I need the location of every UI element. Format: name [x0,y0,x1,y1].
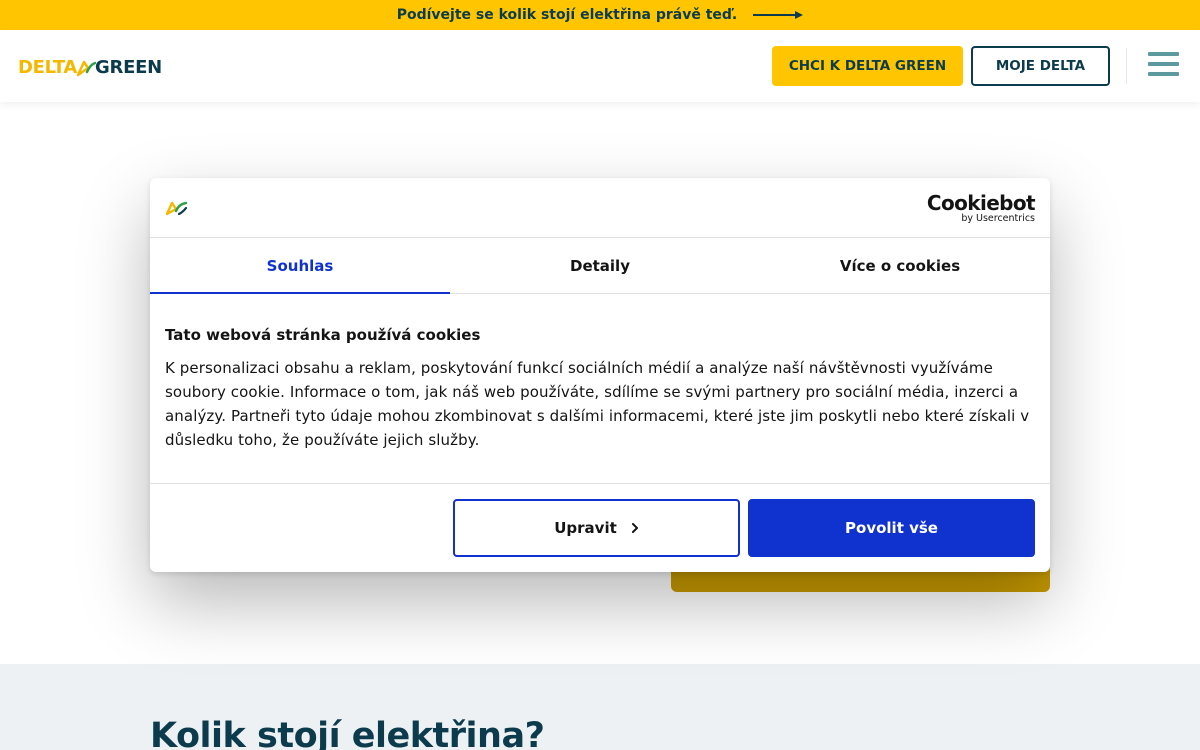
header-divider [1126,48,1127,84]
cookiebot-name: Cookiebot [926,191,1036,215]
cookie-consent-dialog: Cookiebot by Usercentrics Souhlas Detail… [150,178,1050,572]
dialog-body: Tato webová stránka používá cookies K pe… [165,326,1035,452]
section-heading: Kolik stojí elektřina? [150,716,545,750]
announcement-bar[interactable]: Podívejte se kolik stojí elektřina právě… [0,0,1200,30]
cookiebot-logo[interactable]: Cookiebot by Usercentrics [926,191,1036,224]
dialog-footer: Upravit Povolit vše [150,483,1050,572]
site-header: DELTA GREEN CHCI K DELTA GREEN MOJE DELT… [0,30,1200,102]
chevron-right-icon [631,523,638,533]
cookiebot-byline: by Usercentrics [961,213,1035,224]
dialog-title: Tato webová stránka používá cookies [165,326,481,344]
tab-details[interactable]: Detaily [450,238,750,293]
logo-text-delta: DELTA [18,57,78,78]
arrow-right-icon [753,11,804,19]
logo-mark-icon [76,60,97,76]
announcement-text[interactable]: Podívejte se kolik stojí elektřina právě… [397,7,738,23]
customize-button-label: Upravit [554,519,617,537]
tab-about-cookies[interactable]: Více o cookies [750,238,1050,293]
price-section: Kolik stojí elektřina? [0,664,1200,750]
dialog-header: Cookiebot by Usercentrics [150,178,1050,238]
tab-consent[interactable]: Souhlas [150,238,450,294]
logo-text-green: GREEN [95,57,162,78]
site-logo-icon [166,201,188,216]
allow-all-button[interactable]: Povolit vše [748,499,1035,557]
join-deltagreen-button[interactable]: CHCI K DELTA GREEN [772,46,963,86]
cookie-tabs: Souhlas Detaily Více o cookies [150,238,1050,294]
dialog-text: K personalizaci obsahu a reklam, poskyto… [165,359,1030,449]
my-delta-button[interactable]: MOJE DELTA [971,46,1110,86]
customize-button[interactable]: Upravit [453,499,740,557]
hamburger-menu-icon[interactable] [1148,52,1180,80]
deltagreen-logo[interactable]: DELTA GREEN [18,57,162,78]
